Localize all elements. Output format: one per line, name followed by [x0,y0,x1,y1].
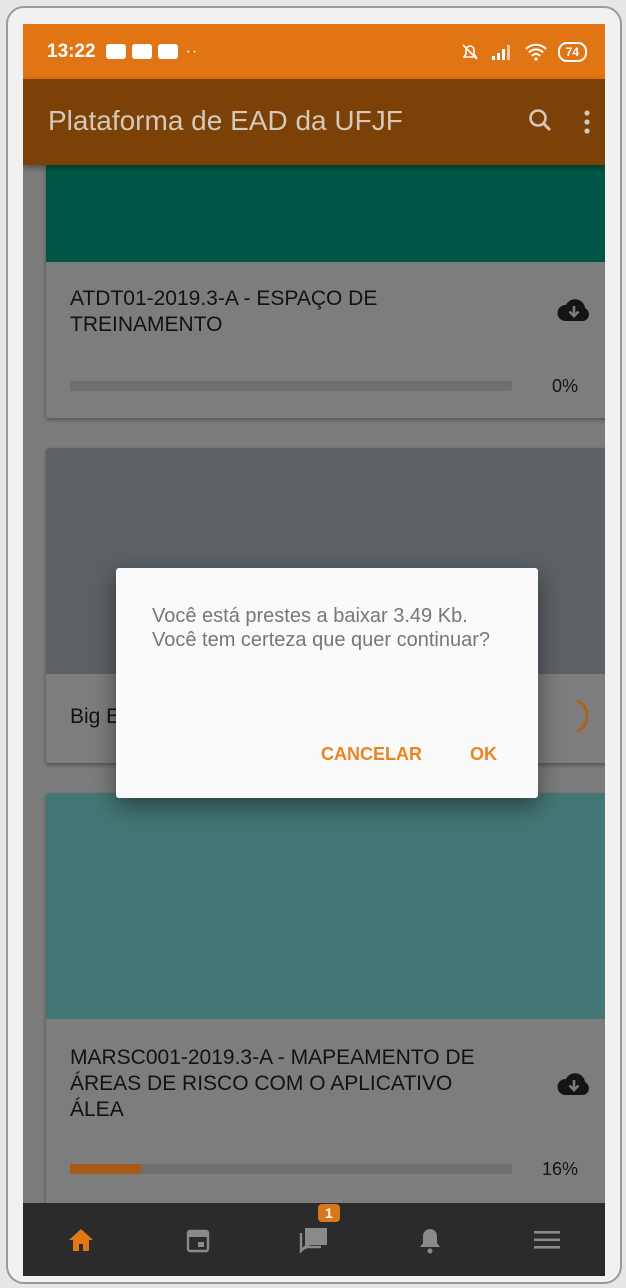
signal-icon [491,44,510,60]
progress-label: 16% [541,1159,578,1179]
device-frame: 13:22 ·· 74 Plataforma de EAD da UFJF AT… [6,6,622,1284]
muted-bell-icon [462,43,478,60]
battery-icon: 74 [557,41,587,62]
calendar-icon [186,1229,209,1252]
nav-home[interactable] [51,1227,111,1253]
menu-icon [533,1230,560,1249]
cloud-download-icon[interactable] [556,297,592,323]
more-notifications-icon: ·· [185,42,199,60]
nav-calendar[interactable] [168,1227,228,1253]
home-icon [69,1228,94,1251]
cloud-download-icon[interactable] [556,1071,592,1097]
dialog-message: Você está prestes a baixar 3.49 Kb. Você… [152,605,490,651]
progress-fill [70,1164,141,1174]
status-time: 13:22 [47,40,96,62]
search-icon[interactable] [527,107,553,133]
nav-messages[interactable]: 1 [284,1203,344,1254]
course-banner [46,793,605,1019]
cancel-button[interactable]: CANCELAR [321,744,422,765]
app-bar: Plataforma de EAD da UFJF [23,79,605,165]
ok-button[interactable]: OK [470,744,497,765]
messages-icon [299,1227,327,1254]
status-icons: 74 [460,41,587,62]
wifi-icon [524,43,547,61]
message-notification-icon [105,44,126,59]
nav-notifications[interactable] [400,1226,460,1254]
screen: 13:22 ·· 74 Plataforma de EAD da UFJF AT… [23,24,605,1276]
course-title: MARSC001-2019.3-A - MAPEAMENTO DE ÁREAS … [70,1046,475,1121]
youtube-notification-icon-2 [157,44,178,59]
download-spinner-icon [576,699,588,733]
download-confirm-dialog: Você está prestes a baixar 3.49 Kb. Você… [116,568,538,798]
status-bar: 13:22 ·· 74 [23,24,605,79]
messages-badge: 1 [317,1203,340,1222]
progress-bar [70,381,512,391]
bottom-navigation: 1 [23,1203,605,1276]
course-title: ATDT01-2019.3-A - ESPAÇO DE TREINAMENTO [70,287,378,336]
progress-label: 0% [551,376,578,396]
notification-icons: ·· [105,42,199,61]
page-title: Plataforma de EAD da UFJF [48,105,403,136]
progress-bar [70,1164,512,1174]
youtube-notification-icon [131,44,152,59]
more-options-icon[interactable] [583,109,591,135]
bell-icon [420,1228,441,1253]
course-card[interactable]: ATDT01-2019.3-A - ESPAÇO DE TREINAMENTO … [46,144,605,418]
nav-menu[interactable] [517,1229,577,1251]
course-card[interactable]: MARSC001-2019.3-A - MAPEAMENTO DE ÁREAS … [46,793,605,1233]
